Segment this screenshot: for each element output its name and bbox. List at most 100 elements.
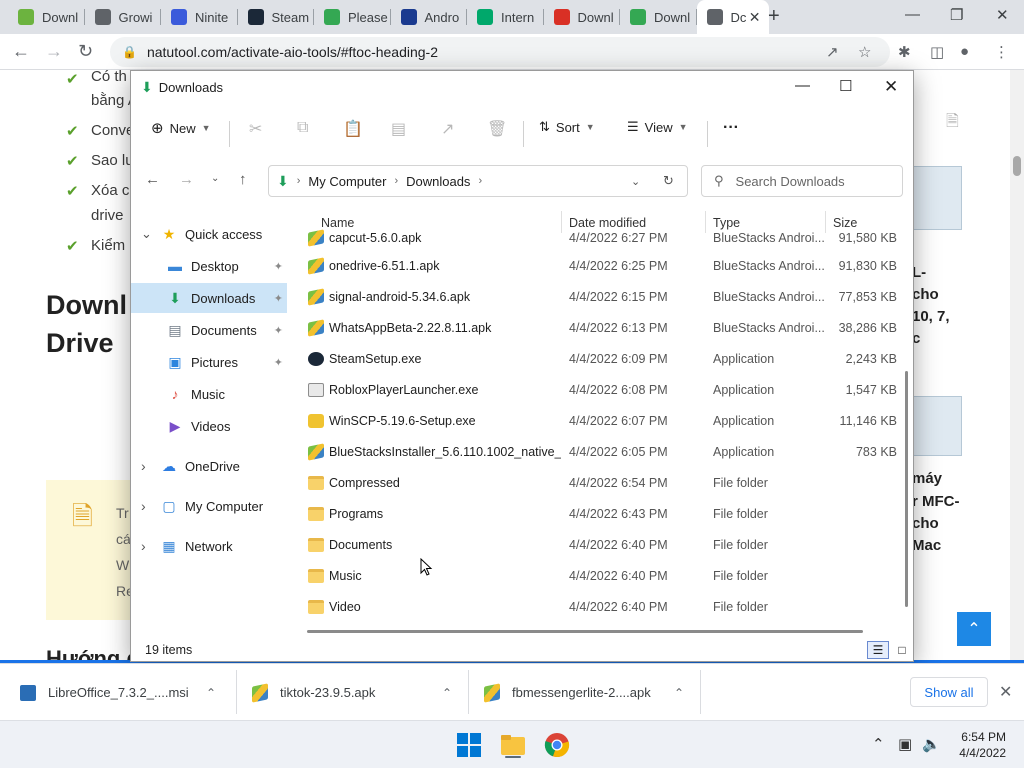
side-panel-icon[interactable]: ◫: [930, 43, 944, 61]
nav-item-onedrive[interactable]: › ☁ OneDrive: [131, 451, 287, 481]
file-row[interactable]: SteamSetup.exe 4/4/2022 6:09 PM Applicatio…: [291, 344, 903, 375]
tiles-view-button[interactable]: □: [891, 641, 913, 659]
nav-item-documents[interactable]: ▤ Documents ✦: [131, 315, 287, 345]
show-all-button[interactable]: Show all: [910, 677, 988, 707]
file-row[interactable]: Compressed 4/4/2022 6:54 PM File folder: [291, 468, 903, 499]
forward-arrow-icon[interactable]: →: [179, 171, 194, 188]
close-tab-icon[interactable]: ✕: [749, 9, 761, 26]
back-arrow-icon[interactable]: ←: [145, 171, 160, 188]
file-row[interactable]: Music 4/4/2022 6:40 PM File folder: [291, 561, 903, 592]
nav-item-downloads[interactable]: ⬇ Downloads ✦: [131, 283, 287, 313]
file-list-scrollbar[interactable]: [905, 221, 911, 621]
browser-tab[interactable]: Intern: [467, 0, 544, 34]
browser-tab[interactable]: Downl: [620, 0, 697, 34]
address-bar[interactable]: 🔒 natutool.com/activate-aio-tools/#ftoc-…: [110, 37, 890, 67]
browser-tab[interactable]: Growi: [85, 0, 161, 34]
browser-tab[interactable]: Andro: [391, 0, 467, 34]
related-post-title[interactable]: 10, 7,: [912, 308, 950, 325]
scroll-to-top-button[interactable]: ⌃: [957, 612, 991, 646]
related-post-title[interactable]: Mac: [912, 537, 941, 554]
file-row[interactable]: WinSCP-5.19.6-Setup.exe 4/4/2022 6:07 PM A…: [291, 406, 903, 437]
pin-icon[interactable]: ✦: [274, 324, 283, 337]
page-scrollbar-thumb[interactable]: [1013, 156, 1021, 176]
horizontal-scrollbar-thumb[interactable]: [307, 630, 863, 633]
chevron-down-icon[interactable]: ⌄: [141, 226, 152, 242]
file-row[interactable]: RobloxPlayerLauncher.exe 4/4/2022 6:08 PM…: [291, 375, 903, 406]
pin-icon[interactable]: ✦: [274, 260, 283, 273]
close-window-button[interactable]: ✕: [996, 6, 1009, 24]
chrome-taskbar-icon[interactable]: [543, 731, 571, 759]
forward-arrow-icon[interactable]: →: [45, 41, 63, 62]
system-clock[interactable]: 6:54 PM 4/4/2022: [950, 729, 1006, 761]
pin-icon[interactable]: ✦: [274, 292, 283, 305]
nav-item-quick-access[interactable]: ⌄ ★ Quick access: [131, 219, 287, 249]
file-row[interactable]: Documents 4/4/2022 6:40 PM File folder: [291, 530, 903, 561]
back-arrow-icon[interactable]: ←: [12, 41, 30, 62]
pin-icon[interactable]: ✦: [274, 356, 283, 369]
file-row[interactable]: Programs 4/4/2022 6:43 PM File folder: [291, 499, 903, 530]
download-item[interactable]: fbmessengerlite-2....apk ⌃: [484, 664, 698, 721]
scrollbar-thumb[interactable]: [905, 371, 908, 607]
chevron-up-icon[interactable]: ⌃: [206, 686, 216, 700]
browser-tab[interactable]: Downl: [544, 0, 620, 34]
up-arrow-icon[interactable]: ↑: [239, 171, 247, 188]
chevron-up-icon[interactable]: ⌃: [442, 686, 452, 700]
nav-item-my-computer[interactable]: › ▢ My Computer: [131, 491, 287, 521]
nav-item-desktop[interactable]: ▬ Desktop ✦: [131, 251, 287, 281]
file-row[interactable]: onedrive-6.51.1.apk 4/4/2022 6:25 PM BlueS…: [291, 251, 903, 282]
nav-item-network[interactable]: › ▦ Network: [131, 531, 287, 561]
chevron-right-icon[interactable]: ›: [141, 458, 146, 474]
nav-item-videos[interactable]: ▶ Videos: [131, 411, 287, 441]
recent-locations-chevron-icon[interactable]: ⌄: [211, 173, 219, 184]
windows-start-icon[interactable]: [455, 731, 483, 759]
related-post-title[interactable]: cho: [912, 515, 939, 532]
close-icon[interactable]: ✕: [999, 682, 1012, 702]
minimize-window-button[interactable]: —: [905, 6, 920, 23]
network-status-icon[interactable]: ▣: [898, 735, 912, 753]
related-post-title[interactable]: máy: [912, 470, 942, 487]
maximize-button[interactable]: ☐: [839, 77, 852, 95]
related-post-title[interactable]: L-: [912, 264, 926, 281]
browser-tab[interactable]: Steam: [238, 0, 314, 34]
related-post-thumbnail[interactable]: [912, 166, 962, 230]
search-input[interactable]: ⚲ Search Downloads: [701, 165, 903, 197]
chevron-right-icon[interactable]: ›: [141, 538, 146, 554]
copy-icon[interactable]: ⧉: [297, 119, 308, 137]
nav-item-pictures[interactable]: ▣ Pictures ✦: [131, 347, 287, 377]
address-dropdown-chevron-icon[interactable]: ⌄: [631, 175, 640, 188]
details-view-button[interactable]: ☰: [867, 641, 889, 659]
paste-icon[interactable]: 📋: [343, 119, 363, 139]
browser-tab[interactable]: Ninite: [161, 0, 238, 34]
related-post-thumbnail[interactable]: [912, 396, 962, 456]
refresh-icon[interactable]: ↻: [663, 173, 674, 189]
explorer-title-bar[interactable]: ⬇ Downloads — ☐ ✕: [131, 71, 913, 103]
sort-button[interactable]: ⇅ Sort ▼: [539, 119, 595, 135]
cut-icon[interactable]: ✂: [249, 119, 262, 139]
minimize-button[interactable]: —: [795, 77, 810, 94]
browser-tab[interactable]: Dc ✕: [696, 0, 769, 34]
download-item[interactable]: LibreOffice_7.3.2_....msi ⌃: [20, 664, 234, 721]
browser-tab[interactable]: Please: [314, 0, 391, 34]
close-button[interactable]: ✕: [884, 77, 898, 97]
menu-kebab-icon[interactable]: ⋮: [994, 43, 1009, 61]
file-row[interactable]: BlueStacksInstaller_5.6.110.1002_native_…: [291, 437, 903, 468]
file-explorer-taskbar-icon[interactable]: [499, 731, 527, 759]
chevron-up-icon[interactable]: ⌃: [872, 735, 885, 753]
nav-item-music[interactable]: ♪ Music: [131, 379, 287, 409]
more-options-button[interactable]: ···: [723, 119, 739, 137]
file-row[interactable]: WhatsAppBeta-2.22.8.11.apk 4/4/2022 6:13 …: [291, 313, 903, 344]
breadcrumb-downloads[interactable]: Downloads: [406, 174, 470, 189]
profile-avatar-icon[interactable]: ●: [960, 43, 969, 60]
chevron-up-icon[interactable]: ⌃: [674, 686, 684, 700]
restore-window-button[interactable]: ❐: [950, 6, 963, 24]
breadcrumb-my-computer[interactable]: My Computer: [308, 174, 386, 189]
download-item[interactable]: tiktok-23.9.5.apk ⌃: [252, 664, 466, 721]
new-tab-button[interactable]: +: [768, 5, 780, 28]
view-button[interactable]: ☰ View ▼: [627, 119, 688, 135]
reload-icon[interactable]: ↻: [78, 41, 93, 62]
new-button[interactable]: ⊕ New ▼: [151, 119, 211, 137]
delete-icon[interactable]: 🗑: [487, 119, 507, 139]
chevron-right-icon[interactable]: ›: [141, 498, 146, 514]
volume-icon[interactable]: 🔈: [922, 735, 941, 753]
page-scrollbar[interactable]: [1010, 70, 1024, 662]
